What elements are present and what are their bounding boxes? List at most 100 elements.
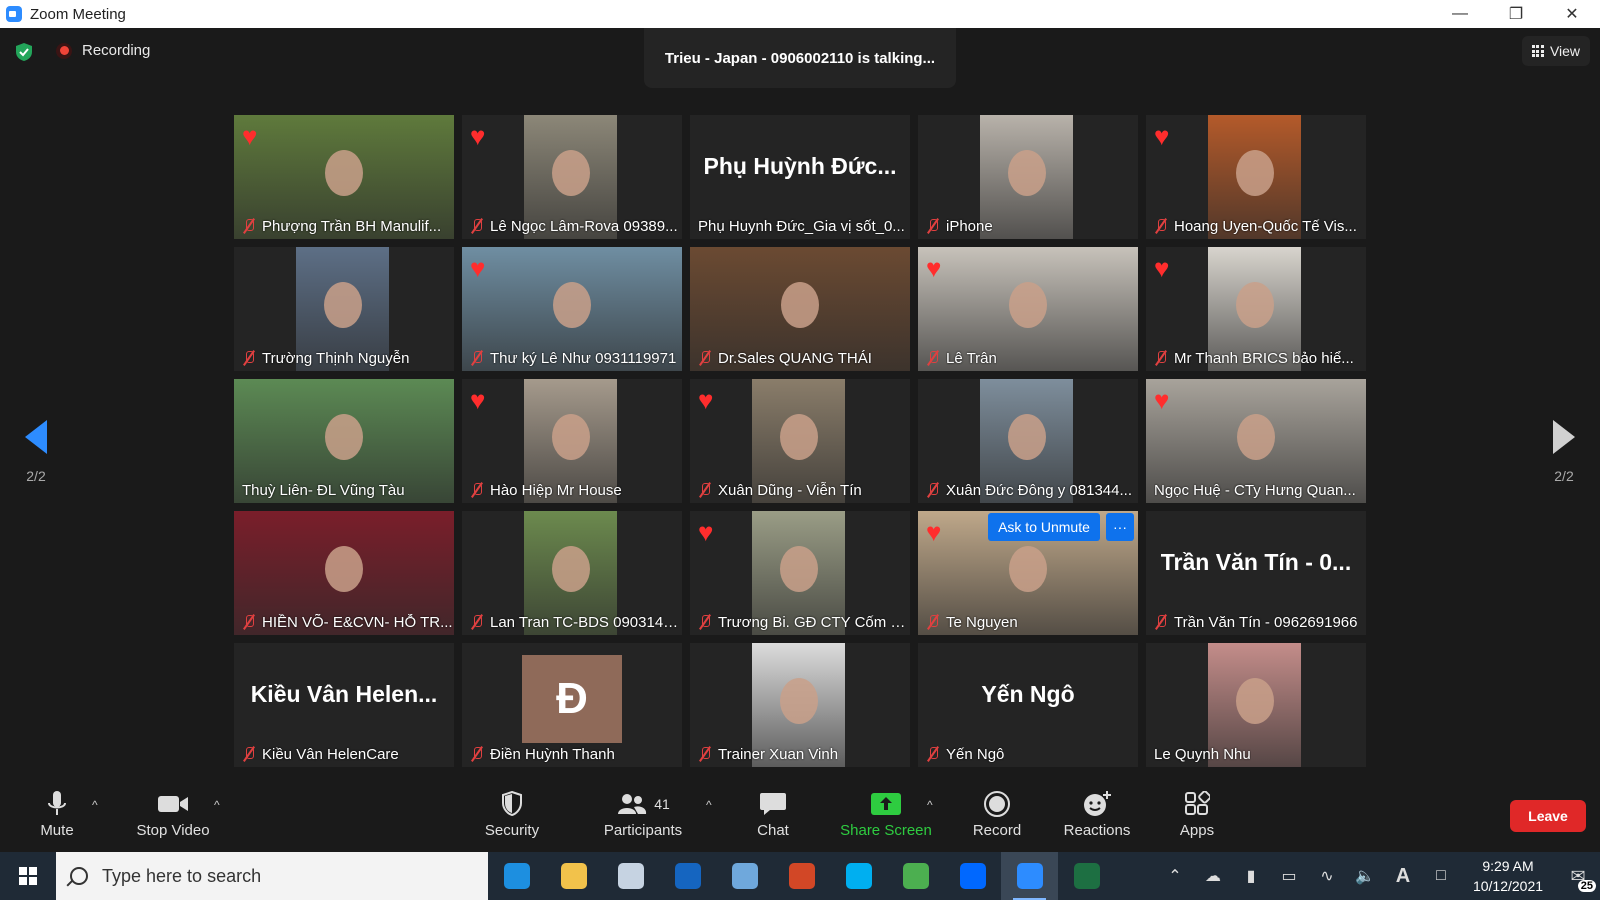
chevron-up-icon[interactable]: ⌃: [1156, 852, 1194, 900]
taskbar-app-zalo[interactable]: [944, 852, 1001, 900]
clock-time: 9:29 AM: [1482, 858, 1534, 874]
participant-tile[interactable]: Phụ Huỳnh Đức... Phụ Huynh Đức_Gia vị sốt…: [690, 115, 910, 239]
participant-name: Thư ký Lê Như 0931119971: [490, 349, 677, 367]
participant-tile[interactable]: ♥ Hoang Uyen-Quốc Tế Vis...: [1146, 115, 1366, 239]
taskbar-app-zoom[interactable]: [1001, 852, 1058, 900]
participant-tile[interactable]: Trường Thịnh Nguyễn: [234, 247, 454, 371]
participant-name: Mr Thanh BRICS bảo hiể...: [1174, 349, 1354, 367]
participant-tile[interactable]: ♥ Ngọc Huệ - CTy Hưng Quan...: [1146, 379, 1366, 503]
participant-tile[interactable]: ♥ Lê Ngọc Lâm-Rova 09389...: [462, 115, 682, 239]
participant-tile[interactable]: Đ Điền Huỳnh Thanh: [462, 643, 682, 767]
battery-icon[interactable]: ▭: [1270, 852, 1308, 900]
participant-tile[interactable]: ♥ Ask to Unmute ··· Te Nguyen: [918, 511, 1138, 635]
taskbar-search-box[interactable]: Type here to search: [56, 852, 488, 900]
record-button[interactable]: Record: [942, 790, 1052, 846]
more-options-button[interactable]: ···: [1106, 513, 1134, 541]
participant-nameplate: Dr.Sales QUANG THÁI: [690, 345, 910, 371]
notification-center-button[interactable]: ✉ 25: [1556, 852, 1600, 900]
taskbar-app-notes[interactable]: [716, 852, 773, 900]
share-options-caret-icon[interactable]: ^: [927, 798, 933, 812]
participants-button[interactable]: 41 Participants: [588, 790, 698, 846]
chat-button[interactable]: Chat: [718, 790, 828, 846]
participant-name: Trần Văn Tín - 0962691966: [1174, 613, 1358, 631]
taskbar-app-skype[interactable]: [830, 852, 887, 900]
mic-muted-icon: [470, 746, 484, 762]
microphone-tray-icon[interactable]: ▮: [1232, 852, 1270, 900]
taskbar-clock[interactable]: 9:29 AM 10/12/2021: [1460, 856, 1556, 896]
taskbar-app-chrome[interactable]: [887, 852, 944, 900]
taskbar-app-edge[interactable]: [488, 852, 545, 900]
participant-tile[interactable]: Kiều Vân Helen... Kiều Vân HelenCare: [234, 643, 454, 767]
participant-name: Trường Thịnh Nguyễn: [262, 349, 410, 367]
participant-tile[interactable]: ♥ Thư ký Lê Như 0931119971: [462, 247, 682, 371]
participant-tile[interactable]: ♥ Hào Hiệp Mr House: [462, 379, 682, 503]
participant-tile[interactable]: Xuân Đức Đông y 081344...: [918, 379, 1138, 503]
volume-icon[interactable]: 🔈: [1346, 852, 1384, 900]
notes-icon: [731, 863, 758, 889]
participant-tile[interactable]: HIỀN VÕ- E&CVN- HỖ TR...: [234, 511, 454, 635]
search-placeholder: Type here to search: [102, 865, 262, 886]
security-shield-icon[interactable]: [14, 42, 34, 62]
mic-muted-icon: [470, 350, 484, 366]
participant-nameplate: Kiều Vân HelenCare: [234, 741, 454, 767]
participant-tile[interactable]: ♥ Xuân Dũng - Viễn Tín: [690, 379, 910, 503]
onedrive-icon[interactable]: ☁: [1194, 852, 1232, 900]
participant-face: [781, 281, 819, 328]
reactions-button[interactable]: Reactions: [1042, 790, 1152, 846]
participant-tile[interactable]: Dr.Sales QUANG THÁI: [690, 247, 910, 371]
participants-caret-icon[interactable]: ^: [706, 798, 712, 812]
language-icon[interactable]: □: [1422, 852, 1460, 900]
participant-nameplate: Điền Huỳnh Thanh: [462, 741, 682, 767]
participant-tile[interactable]: Yến Ngô Yến Ngô: [918, 643, 1138, 767]
minimize-button[interactable]: —: [1432, 0, 1488, 28]
participant-tile[interactable]: ♥ Phượng Trần BH Manulif...: [234, 115, 454, 239]
taskbar-app-powerpoint[interactable]: [773, 852, 830, 900]
participant-tile[interactable]: Lan Tran TC-BDS 0903145...: [462, 511, 682, 635]
participant-nameplate: Mr Thanh BRICS bảo hiể...: [1146, 345, 1366, 371]
apps-button[interactable]: Apps: [1142, 790, 1252, 846]
record-icon: [984, 791, 1010, 817]
participants-count: 41: [654, 796, 670, 812]
leave-button[interactable]: Leave: [1510, 800, 1586, 832]
ime-icon[interactable]: A: [1384, 852, 1422, 900]
next-page-button[interactable]: 2/2: [1548, 420, 1580, 484]
participant-tile[interactable]: ♥ Trương Bi. GĐ CTY Cốm g...: [690, 511, 910, 635]
participant-nameplate: Trương Bi. GĐ CTY Cốm g...: [690, 609, 910, 635]
taskbar-app-excel[interactable]: [1058, 852, 1115, 900]
window-titlebar: Zoom Meeting — ❐ ✕: [0, 0, 1600, 28]
participant-tile[interactable]: Thuỳ Liên- ĐL Vũng Tàu: [234, 379, 454, 503]
window-title: Zoom Meeting: [30, 5, 126, 23]
heart-reaction-icon: ♥: [1154, 121, 1170, 151]
participant-name: Phượng Trần BH Manulif...: [262, 217, 442, 235]
recording-indicator[interactable]: Recording: [56, 42, 150, 59]
start-button[interactable]: [0, 852, 56, 900]
windows-taskbar: Type here to search ⌃ ☁ ▮ ▭ ∿ 🔈 A □ 9:29…: [0, 852, 1600, 900]
participant-tile[interactable]: iPhone: [918, 115, 1138, 239]
restore-button[interactable]: ❐: [1488, 0, 1544, 28]
taskbar-app-outlook[interactable]: [659, 852, 716, 900]
ask-to-unmute-button[interactable]: Ask to Unmute: [988, 513, 1100, 541]
participant-name: HIỀN VÕ- E&CVN- HỖ TR...: [262, 613, 453, 631]
video-options-caret-icon[interactable]: ^: [214, 798, 220, 812]
participant-tile[interactable]: ♥ Lê Trân: [918, 247, 1138, 371]
audio-options-caret-icon[interactable]: ^: [92, 798, 98, 812]
wifi-icon[interactable]: ∿: [1308, 852, 1346, 900]
participant-name: iPhone: [946, 217, 993, 235]
participant-nameplate: Hào Hiệp Mr House: [462, 477, 682, 503]
participant-tile[interactable]: Trần Văn Tín - 0... Trần Văn Tín - 096269…: [1146, 511, 1366, 635]
taskbar-app-snipping[interactable]: [602, 852, 659, 900]
taskbar-app-file-explorer[interactable]: [545, 852, 602, 900]
prev-page-button[interactable]: 2/2: [20, 420, 52, 484]
stop-video-button[interactable]: Stop Video: [118, 790, 228, 846]
share-screen-button[interactable]: Share Screen: [830, 790, 942, 846]
participant-tile[interactable]: Trainer Xuan Vinh: [690, 643, 910, 767]
security-label: Security: [484, 822, 540, 839]
view-button[interactable]: View: [1522, 36, 1590, 66]
participant-nameplate: Phượng Trần BH Manulif...: [234, 213, 454, 239]
participant-tile[interactable]: ♥ Mr Thanh BRICS bảo hiể...: [1146, 247, 1366, 371]
close-button[interactable]: ✕: [1544, 0, 1600, 28]
security-button[interactable]: Security: [457, 790, 567, 846]
share-screen-label: Share Screen: [840, 822, 932, 839]
participant-tile[interactable]: Le Quynh Nhu: [1146, 643, 1366, 767]
participant-display-name: Kiều Vân Helen...: [250, 681, 438, 707]
